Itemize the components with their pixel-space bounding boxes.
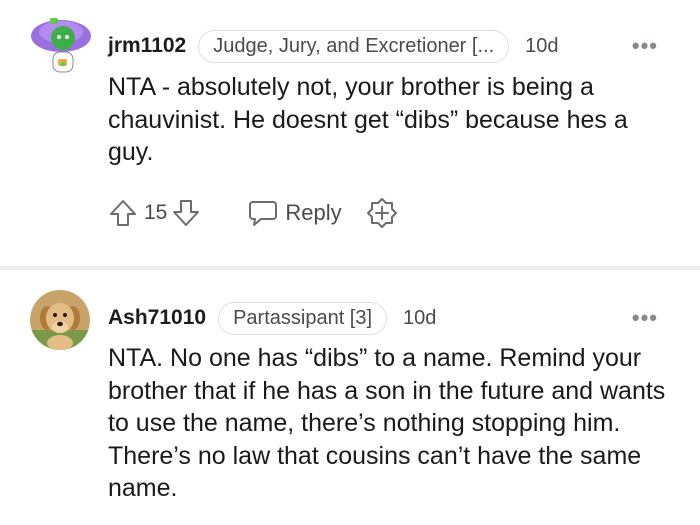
comment: jrm1102 Judge, Jury, and Excretioner [..… [0, 0, 700, 266]
downvote-icon[interactable] [171, 198, 201, 228]
avatar[interactable] [30, 290, 90, 350]
puppy-avatar-icon [30, 290, 90, 350]
user-flair: Partassipant [3] [218, 301, 388, 335]
more-options-icon[interactable]: ••• [632, 307, 658, 329]
comment-meta: jrm1102 Judge, Jury, and Excretioner [..… [108, 28, 680, 64]
more-options-icon[interactable]: ••• [632, 35, 658, 57]
award-icon[interactable] [366, 197, 398, 229]
reply-label: Reply [285, 200, 342, 225]
comment-actions: 15 Reply [108, 193, 398, 233]
comment-body: NTA - absolutely not, your brother is be… [108, 73, 628, 166]
comment-age: 10d [403, 306, 437, 329]
username[interactable]: Ash71010 [108, 306, 206, 330]
reply-button[interactable]: Reply [247, 198, 342, 228]
comment-body: NTA. No one has “dibs” to a name. Remind… [108, 344, 666, 502]
upvote-icon[interactable] [108, 198, 138, 228]
snoo-avatar-icon [31, 18, 91, 73]
username[interactable]: jrm1102 [108, 34, 186, 58]
comment-meta: Ash71010 Partassipant [3] 10d ••• [108, 300, 680, 336]
vote-score: 15 [144, 201, 168, 224]
comment-age: 10d [525, 34, 559, 57]
user-flair: Judge, Jury, and Excretioner [... [198, 29, 510, 63]
avatar[interactable] [30, 14, 91, 74]
chat-bubble-icon [247, 198, 279, 228]
comment-divider [0, 266, 700, 270]
